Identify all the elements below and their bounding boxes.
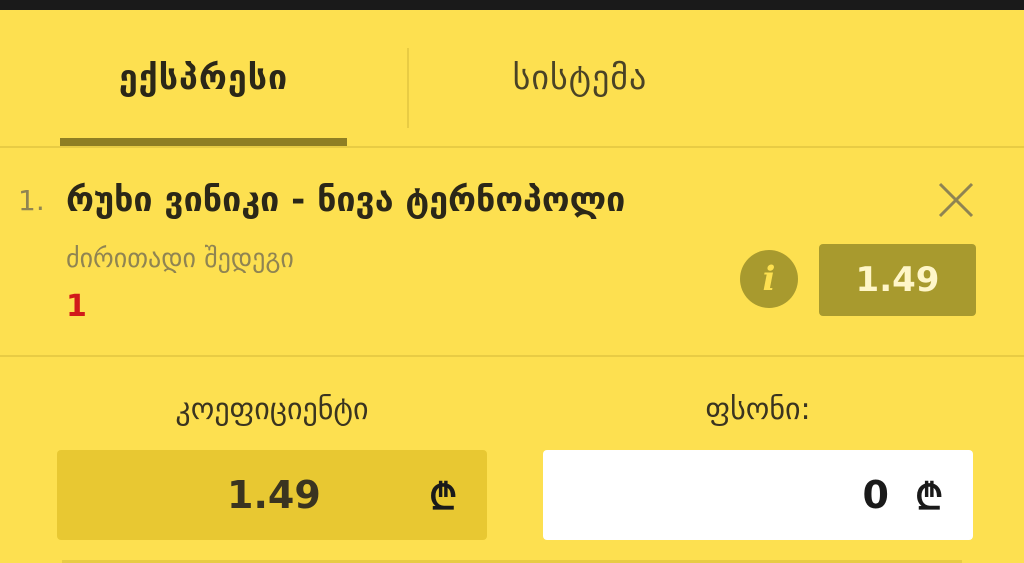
info-button[interactable]: i bbox=[740, 250, 798, 308]
remove-selection-button[interactable] bbox=[934, 178, 978, 222]
tab-express[interactable]: ექსპრესი bbox=[60, 10, 347, 146]
info-icon: i bbox=[762, 259, 776, 299]
active-tab-indicator bbox=[60, 138, 347, 146]
coefficient-field: 1.49 ₾ bbox=[57, 450, 487, 540]
selection-pick: 1 bbox=[66, 289, 87, 324]
status-bar bbox=[0, 0, 1024, 10]
stake-input[interactable]: 0 ₾ bbox=[543, 450, 973, 540]
lari-icon: ₾ bbox=[915, 476, 943, 518]
bet-type-tabs: ექსპრესი სისტემა bbox=[0, 10, 1024, 146]
selection-index: 1. bbox=[18, 184, 45, 217]
stake-value[interactable]: 0 bbox=[863, 450, 889, 540]
selection-title: რუხი ვინიკი - ნივა ტერნოპოლი bbox=[66, 180, 626, 220]
lari-icon: ₾ bbox=[429, 476, 457, 518]
close-icon bbox=[938, 182, 974, 218]
divider bbox=[0, 355, 1024, 357]
divider bbox=[0, 146, 1024, 148]
stake-label: ფსონი: bbox=[705, 392, 811, 427]
coefficient-value: 1.49 bbox=[227, 473, 321, 517]
coefficient-label: კოეფიციენტი bbox=[175, 392, 369, 427]
tab-divider bbox=[407, 48, 409, 128]
tab-system[interactable]: სისტემა bbox=[410, 10, 750, 146]
selection-odds[interactable]: 1.49 bbox=[819, 244, 976, 316]
selection-market: ძირითადი შედეგი bbox=[66, 244, 294, 274]
